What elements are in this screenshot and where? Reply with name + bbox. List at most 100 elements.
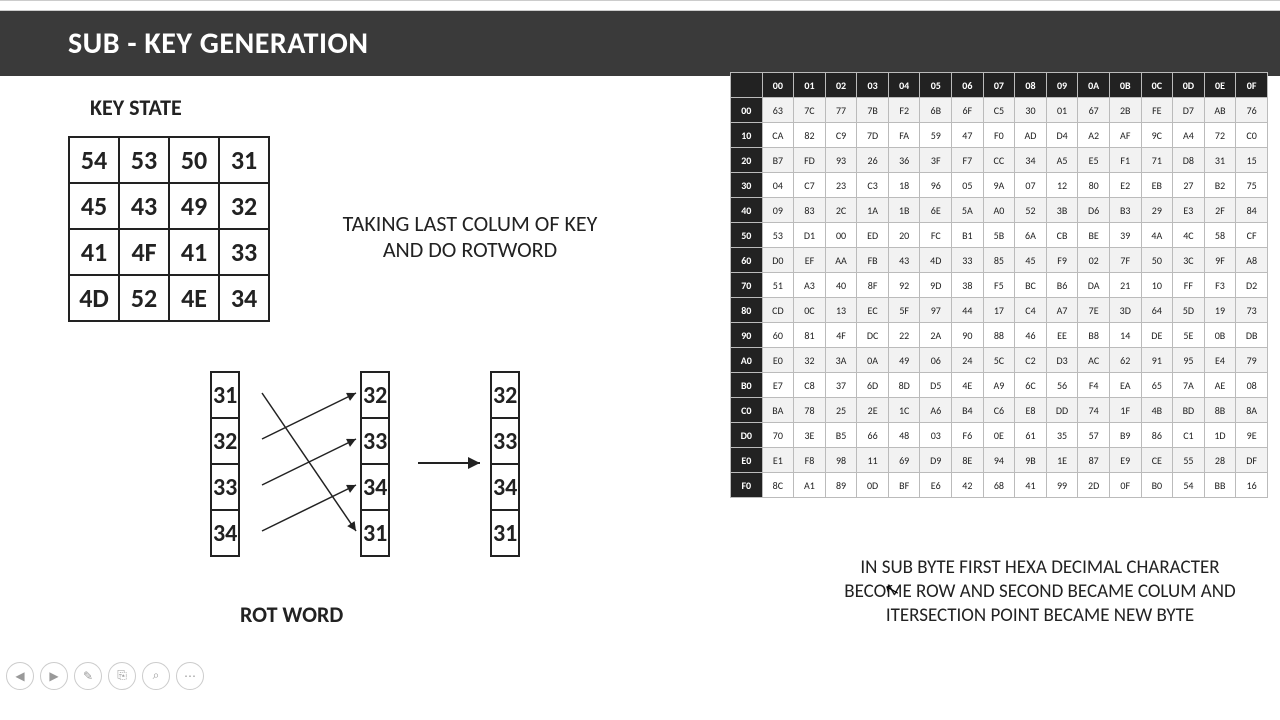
sbox-row-header: 70	[731, 273, 763, 298]
key-state-cell: 33	[219, 229, 269, 275]
sbox-cell: FB	[857, 248, 889, 273]
rot-permuted-column: 32333431	[360, 371, 390, 557]
sbox-cell: DF	[1236, 448, 1268, 473]
sbox-cell: 80	[1078, 173, 1110, 198]
sbox-cell: 24	[952, 348, 984, 373]
sbox-cell: 3B	[1046, 198, 1078, 223]
key-state-cell: 31	[219, 137, 269, 183]
zoom-button[interactable]: ⌕	[142, 662, 170, 690]
sbox-cell: DB	[1236, 323, 1268, 348]
sbox-cell: 06	[920, 348, 952, 373]
sbox-cell: 27	[1173, 173, 1205, 198]
sbox-cell: 87	[1078, 448, 1110, 473]
rot-cell: 34	[491, 464, 519, 510]
sbox-cell: C3	[857, 173, 889, 198]
sbox-cell: 03	[920, 423, 952, 448]
sbox-cell: B9	[1109, 423, 1141, 448]
sbox-cell: 54	[1173, 473, 1205, 498]
sbox-col-header: 09	[1046, 73, 1078, 98]
rot-cell: 34	[211, 510, 239, 556]
sbox-cell: 7E	[1078, 298, 1110, 323]
sbox-cell: 18	[888, 173, 920, 198]
sbox-cell: A2	[1078, 123, 1110, 148]
sbox-cell: DA	[1078, 273, 1110, 298]
sbox-cell: C8	[794, 373, 826, 398]
sbox-cell: 67	[1078, 98, 1110, 123]
sbox-col-header: 0C	[1141, 73, 1173, 98]
sbox-cell: 6F	[952, 98, 984, 123]
sbox-col-header: 0E	[1204, 73, 1236, 98]
sbox-cell: F7	[952, 148, 984, 173]
key-state-cell: 41	[169, 229, 219, 275]
sbox-cell: 01	[1046, 98, 1078, 123]
sbox-cell: D6	[1078, 198, 1110, 223]
sbox-cell: A6	[920, 398, 952, 423]
sbox-cell: 56	[1046, 373, 1078, 398]
sbox-cell: 8D	[888, 373, 920, 398]
sbox-cell: E2	[1109, 173, 1141, 198]
sbox-col-header: 02	[825, 73, 857, 98]
key-state-cell: 49	[169, 183, 219, 229]
sbox-col-header: 0D	[1173, 73, 1205, 98]
sbox-cell: CC	[983, 148, 1015, 173]
sbox-cell: 14	[1109, 323, 1141, 348]
sbox-col-header: 0F	[1236, 73, 1268, 98]
sbox-cell: 02	[1078, 248, 1110, 273]
sbox-cell: 8E	[952, 448, 984, 473]
key-state-heading: KEY STATE	[90, 94, 182, 121]
sbox-cell: D2	[1236, 273, 1268, 298]
sbox-cell: 9D	[920, 273, 952, 298]
sbox-cell: 79	[1236, 348, 1268, 373]
sbox-cell: 6B	[920, 98, 952, 123]
sbox-row-header: 20	[731, 148, 763, 173]
sbox-cell: 8B	[1204, 398, 1236, 423]
sbox-cell: 73	[1236, 298, 1268, 323]
sbox-cell: 33	[952, 248, 984, 273]
next-slide-button[interactable]: ▶	[40, 662, 68, 690]
sbox-cell: 3C	[1173, 248, 1205, 273]
sbox-cell: 75	[1236, 173, 1268, 198]
slide-title: SUB - KEY GENERATION	[68, 25, 1212, 62]
sbox-cell: C0	[1236, 123, 1268, 148]
sbox-cell: A1	[794, 473, 826, 498]
sbox-col-header: 06	[952, 73, 984, 98]
prev-slide-button[interactable]: ◀	[6, 662, 34, 690]
sbox-cell: 97	[920, 298, 952, 323]
sbox-cell: FD	[794, 148, 826, 173]
sbox-cell: 7F	[1109, 248, 1141, 273]
sbox-cell: B0	[1141, 473, 1173, 498]
sbox-cell: 6A	[1015, 223, 1047, 248]
sbox-cell: 7B	[857, 98, 889, 123]
sbox-cell: 22	[888, 323, 920, 348]
pen-tool-button[interactable]: ✎	[74, 662, 102, 690]
sbox-cell: 3E	[794, 423, 826, 448]
rot-cell: 33	[491, 418, 519, 464]
sbox-cell: 35	[1046, 423, 1078, 448]
sbox-cell: 39	[1109, 223, 1141, 248]
sbox-cell: F3	[1204, 273, 1236, 298]
sbox-cell: 62	[1109, 348, 1141, 373]
sbox-cell: FA	[888, 123, 920, 148]
sbox-cell: 36	[888, 148, 920, 173]
sbox-cell: F8	[794, 448, 826, 473]
sbox-col-header: 08	[1015, 73, 1047, 98]
sbox-row-header: 60	[731, 248, 763, 273]
sbox-cell: A9	[983, 373, 1015, 398]
sbox-cell: 63	[762, 98, 794, 123]
sbox-cell: 99	[1046, 473, 1078, 498]
sbox-row-header: 40	[731, 198, 763, 223]
more-options-button[interactable]: ⋯	[176, 662, 204, 690]
slide-show-button[interactable]: ⎘	[108, 662, 136, 690]
sbox-row-header: D0	[731, 423, 763, 448]
sbox-cell: 28	[1204, 448, 1236, 473]
sbox-cell: D7	[1173, 98, 1205, 123]
sbox-col-header: 05	[920, 73, 952, 98]
sbox-cell: 0D	[857, 473, 889, 498]
sbox-col-header: 04	[888, 73, 920, 98]
sbox-cell: B3	[1109, 198, 1141, 223]
sbox-cell: 26	[857, 148, 889, 173]
sbox-cell: 88	[983, 323, 1015, 348]
sbox-cell: 50	[1141, 248, 1173, 273]
sbox-cell: 4D	[920, 248, 952, 273]
sbox-cell: 58	[1204, 223, 1236, 248]
